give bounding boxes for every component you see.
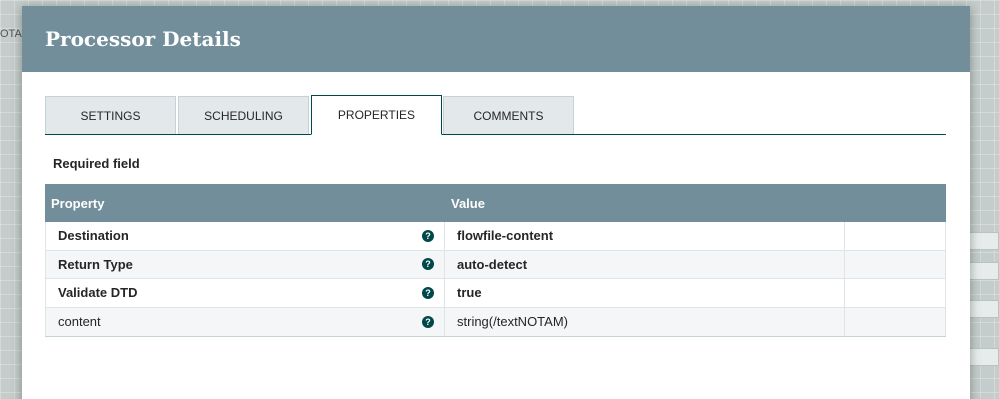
background-component [969,262,999,280]
help-icon[interactable]: ? [422,258,434,271]
property-name-cell: content ? [45,307,445,336]
property-name-cell: Return Type ? [45,250,445,278]
processor-details-dialog: Processor Details SETTINGS SCHEDULING PR… [22,6,970,399]
help-icon[interactable]: ? [422,286,434,299]
tab-comments[interactable]: COMMENTS [443,96,574,134]
table-header: Property Value [45,184,946,222]
row-actions-cell [845,222,946,250]
table-row[interactable]: Destination ? flowfile-content [45,222,946,251]
row-actions-cell [845,250,946,278]
property-name: Destination [58,228,129,244]
tab-settings[interactable]: SETTINGS [45,96,176,134]
property-value-cell[interactable]: string(/textNOTAM) [445,307,845,336]
background-component [969,348,999,366]
table-row[interactable]: content ? string(/textNOTAM) [45,307,946,336]
help-icon[interactable]: ? [422,229,434,242]
property-value-cell[interactable]: auto-detect [445,250,845,278]
row-actions-cell [845,279,946,307]
properties-table: Property Value Destination ? flowfile-co… [45,184,946,337]
property-name-cell: Validate DTD ? [45,279,445,307]
property-name: Return Type [58,256,133,272]
column-header-property[interactable]: Property [45,184,445,222]
property-name-cell: Destination ? [45,222,445,250]
property-name: Validate DTD [58,285,138,301]
property-value-cell[interactable]: flowfile-content [445,222,845,250]
table-row[interactable]: Return Type ? auto-detect [45,250,946,279]
table-row[interactable]: Validate DTD ? true [45,279,946,308]
background-component [969,300,999,318]
dialog-title: Processor Details [45,27,241,51]
property-value-cell[interactable]: true [445,279,845,307]
tab-properties[interactable]: PROPERTIES [311,95,442,135]
tab-bar: SETTINGS SCHEDULING PROPERTIES COMMENTS [45,95,946,135]
dialog-header: Processor Details [22,6,970,72]
help-icon[interactable]: ? [422,315,434,328]
column-header-value[interactable]: Value [445,184,946,222]
tab-scheduling[interactable]: SCHEDULING [178,96,309,134]
required-field-label: Required field [53,156,140,171]
row-actions-cell [845,307,946,336]
background-component [969,232,999,250]
property-name: content [58,314,101,330]
